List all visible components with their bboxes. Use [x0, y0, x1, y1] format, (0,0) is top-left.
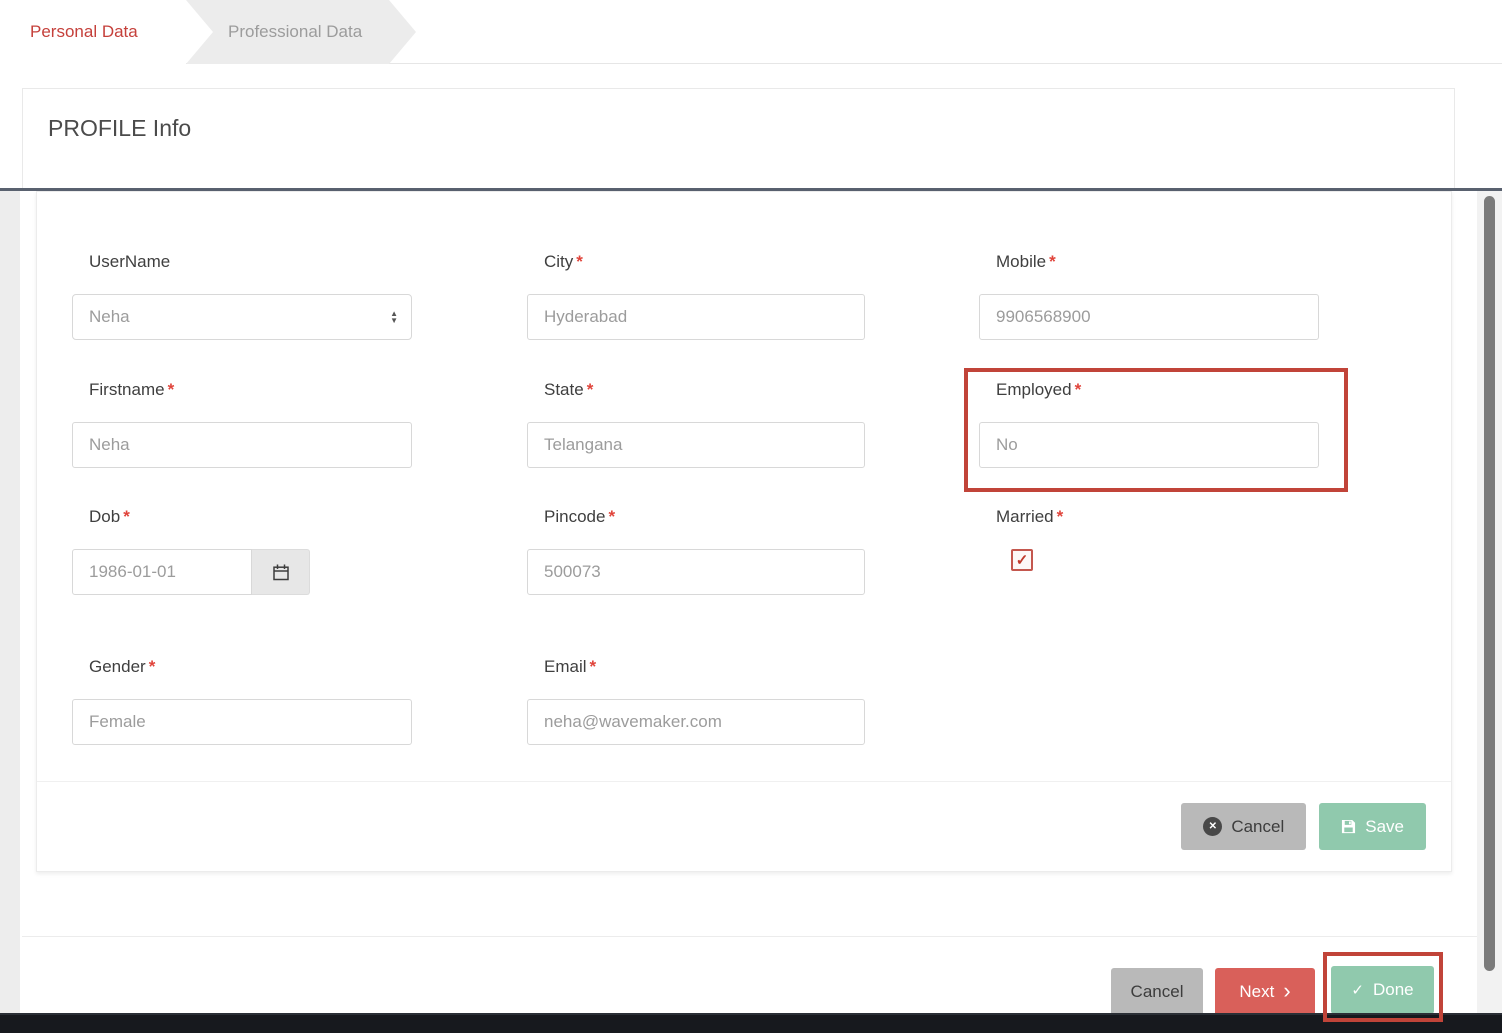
field-employed: Employed*	[979, 380, 1319, 468]
firstname-input[interactable]	[72, 422, 412, 468]
select-spinner-icon: ▲▼	[390, 310, 398, 324]
tab-professional-data-label: Professional Data	[228, 22, 362, 42]
page-title: PROFILE Info	[48, 115, 1454, 142]
pincode-input[interactable]	[527, 549, 865, 595]
wizard-cancel-button[interactable]: Cancel	[1111, 968, 1203, 1016]
scrollbar-track[interactable]	[1477, 191, 1502, 1013]
tab-professional-data[interactable]: Professional Data	[186, 0, 416, 64]
field-gender: Gender*	[72, 657, 412, 745]
field-state: State*	[527, 380, 865, 468]
pincode-label: Pincode*	[544, 507, 865, 527]
cancel-circle-x-icon: ✕	[1203, 817, 1222, 836]
gender-label: Gender*	[89, 657, 412, 677]
wizard-next-button[interactable]: Next ›	[1215, 968, 1315, 1016]
wizard-step-bar: Personal Data Professional Data	[0, 0, 1502, 64]
wizard-footer-divider	[22, 936, 1502, 937]
married-checkbox[interactable]: ✓	[1011, 549, 1033, 571]
field-username: UserName ▲▼	[72, 252, 412, 340]
email-input[interactable]	[527, 699, 865, 745]
gender-input[interactable]	[72, 699, 412, 745]
dob-label: Dob*	[89, 507, 412, 527]
chevron-right-icon: ›	[1283, 984, 1290, 998]
save-floppy-icon	[1341, 819, 1356, 834]
email-label: Email*	[544, 657, 865, 677]
form-cancel-button[interactable]: ✕ Cancel	[1181, 803, 1306, 850]
state-input[interactable]	[527, 422, 865, 468]
field-married: Married* ✓	[979, 507, 1319, 571]
profile-form: UserName ▲▼ City* Mobile* Firstname* Sta…	[36, 191, 1452, 872]
wizard-done-button[interactable]: ✓ Done	[1331, 966, 1434, 1014]
field-firstname: Firstname*	[72, 380, 412, 468]
scrollbar-thumb[interactable]	[1484, 196, 1495, 971]
save-button[interactable]: Save	[1319, 803, 1426, 850]
checkbox-check-icon: ✓	[1016, 551, 1029, 569]
mobile-label: Mobile*	[996, 252, 1319, 272]
profile-info-panel: PROFILE Info	[22, 88, 1455, 188]
state-label: State*	[544, 380, 865, 400]
left-gutter	[0, 191, 20, 1013]
mobile-input[interactable]	[979, 294, 1319, 340]
city-label: City*	[544, 252, 865, 272]
username-select[interactable]	[72, 294, 412, 340]
tab-personal-data-label: Personal Data	[30, 22, 138, 42]
field-mobile: Mobile*	[979, 252, 1319, 340]
city-input[interactable]	[527, 294, 865, 340]
dob-input[interactable]	[72, 549, 252, 595]
firstname-label: Firstname*	[89, 380, 412, 400]
field-email: Email*	[527, 657, 865, 745]
tab-personal-data[interactable]: Personal Data	[0, 0, 186, 64]
field-city: City*	[527, 252, 865, 340]
form-footer: ✕ Cancel Save	[37, 781, 1451, 871]
date-picker-button[interactable]	[252, 549, 310, 595]
field-dob: Dob*	[72, 507, 412, 595]
username-label: UserName	[89, 252, 412, 272]
married-label: Married*	[996, 507, 1319, 527]
employed-label: Employed*	[996, 380, 1319, 400]
field-pincode: Pincode*	[527, 507, 865, 595]
check-icon: ✓	[1351, 981, 1364, 999]
bottom-dark-bar	[0, 1013, 1502, 1033]
employed-input[interactable]	[979, 422, 1319, 468]
calendar-icon	[272, 564, 290, 581]
